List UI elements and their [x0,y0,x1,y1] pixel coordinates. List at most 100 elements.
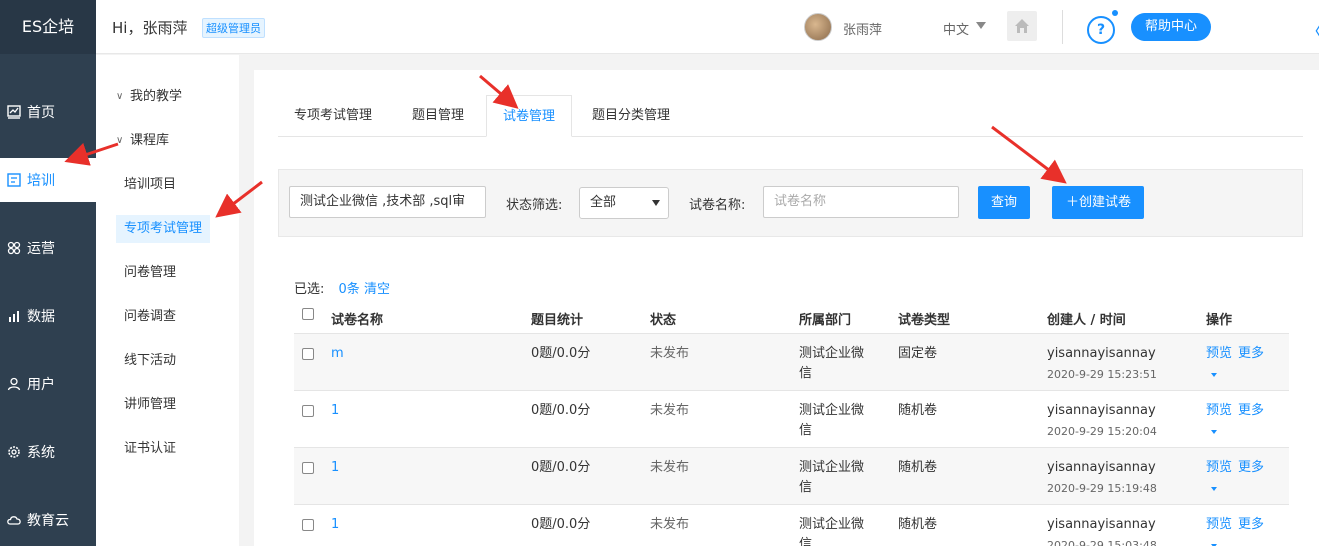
nav-label: 首页 [27,105,55,121]
nav-item-edu-cloud[interactable]: 教育云 [0,498,96,542]
training-icon [6,172,22,188]
more-link[interactable]: 更多 [1238,344,1264,364]
sub-sidebar: ∨ 我的教学 ∨ 课程库 培训项目 专项考试管理 问卷管理 问卷调查 线下活动 … [96,55,239,546]
language-select[interactable]: 中文 [943,19,969,38]
subnav-item-survey[interactable]: 问卷调查 [116,303,184,331]
tab-question-category[interactable]: 题目分类管理 [576,95,686,137]
help-decor-dot [1112,10,1118,16]
home-button[interactable] [1007,11,1037,41]
department-input[interactable]: 测试企业微信 ,技术部 ,sql审 [289,186,486,218]
more-link[interactable]: 更多 [1238,458,1264,478]
paper-dept-line1: 测试企业微 [799,346,865,361]
help-center-button[interactable]: 帮助中心 [1131,13,1212,41]
nav-label: 培训 [27,173,55,189]
tab-question-management[interactable]: 题目管理 [396,95,480,137]
caret-down-icon[interactable] [1211,430,1217,434]
paper-status: 未发布 [650,403,690,418]
paper-stats: 0题/0.0分 [531,517,591,532]
subnav-item-exam-management[interactable]: 专项考试管理 [116,215,211,243]
collapse-icon[interactable]: 〈 [1305,18,1319,44]
paper-created-time: 2020-9-29 15:03:48 [1047,539,1157,546]
help-question-icon[interactable]: ? [1087,16,1115,44]
row-checkbox[interactable] [302,462,314,474]
col-header-stats: 题目统计 [531,313,584,328]
clear-selection-link[interactable]: 清空 [364,282,390,297]
table-row: 1 0题/0.0分 未发布 测试企业微 信 随机卷 yisannayisanna… [294,448,1289,505]
col-header-type: 试卷类型 [898,313,951,328]
paper-created-time: 2020-9-29 15:23:51 [1047,368,1157,381]
subnav-item-offline-activity[interactable]: 线下活动 [116,347,184,375]
main-sidebar: ES企培 首页 培训 运营 数据 用户 系统 教育云 [0,0,96,546]
user-icon [6,376,22,392]
nav-label: 运营 [27,241,55,257]
paper-dept-line2: 信 [799,366,813,381]
paper-creator: yisannayisannay [1047,460,1156,475]
nav-item-system[interactable]: 系统 [0,430,96,474]
preview-link[interactable]: 预览 [1206,401,1232,421]
subnav-group-course-library[interactable]: ∨ 课程库 [116,127,177,155]
main-content: 专项考试管理 题目管理 试卷管理 题目分类管理 测试企业微信 ,技术部 ,sql… [254,70,1319,546]
avatar[interactable] [804,13,832,41]
paper-name-link[interactable]: 1 [331,458,339,478]
paper-stats: 0题/0.0分 [531,403,591,418]
more-link[interactable]: 更多 [1238,401,1264,421]
subnav-item-certificate[interactable]: 证书认证 [116,435,184,463]
paper-name-input[interactable]: 试卷名称 [763,186,959,218]
subnav-item-training-projects[interactable]: 培训项目 [116,171,184,199]
paper-creator: yisannayisannay [1047,517,1156,532]
tab-exam-management[interactable]: 专项考试管理 [278,95,388,137]
paper-status: 未发布 [650,460,690,475]
settings-icon [6,444,22,460]
preview-link[interactable]: 预览 [1206,458,1232,478]
select-all-checkbox[interactable] [302,308,314,320]
paper-status: 未发布 [650,517,690,532]
status-select-value: 全部 [590,195,617,210]
paper-dept-line2: 信 [799,423,813,438]
subnav-label: 我的教学 [130,89,183,104]
more-link[interactable]: 更多 [1238,515,1264,535]
nav-item-home[interactable]: 首页 [0,90,96,134]
caret-down-icon[interactable] [1211,373,1217,377]
table-header: 试卷名称 题目统计 状态 所属部门 试卷类型 创建人 / 时间 操作 [294,300,1289,334]
col-header-creator: 创建人 / 时间 [1047,313,1126,328]
paper-type: 随机卷 [898,460,938,475]
table-row: m 0题/0.0分 未发布 测试企业微 信 固定卷 yisannayisanna… [294,334,1289,391]
nav-label: 用户 [27,377,55,393]
nav-item-data[interactable]: 数据 [0,294,96,338]
top-header: Hi，张雨萍 超级管理员 张雨萍 中文 ? 帮助中心 〈 [96,0,1319,54]
selection-count: 0条 [338,282,360,297]
col-header-name: 试卷名称 [331,313,384,328]
preview-link[interactable]: 预览 [1206,344,1232,364]
preview-link[interactable]: 预览 [1206,515,1232,535]
nav-item-training[interactable]: 培训 [0,158,96,202]
create-paper-button[interactable]: ＋创建试卷 [1052,186,1145,219]
paper-name-link[interactable]: 1 [331,515,339,535]
header-divider [1062,10,1063,44]
nav-item-users[interactable]: 用户 [0,362,96,406]
query-button[interactable]: 查询 [978,186,1031,219]
row-checkbox[interactable] [302,348,314,360]
row-checkbox[interactable] [302,519,314,531]
caret-down-icon[interactable] [976,22,986,29]
subnav-item-lecturer-management[interactable]: 讲师管理 [116,391,184,419]
paper-created-time: 2020-9-29 15:20:04 [1047,425,1157,438]
operations-icon [6,240,22,256]
tab-paper-management[interactable]: 试卷管理 [486,95,573,137]
table-row: 1 0题/0.0分 未发布 测试企业微 信 随机卷 yisannayisanna… [294,391,1289,448]
paper-name-link[interactable]: 1 [331,401,339,421]
paper-created-time: 2020-9-29 15:19:48 [1047,482,1157,495]
row-checkbox[interactable] [302,405,314,417]
subnav-item-survey-management[interactable]: 问卷管理 [116,259,184,287]
paper-name-link[interactable]: m [331,344,344,364]
nav-label: 数据 [27,309,55,325]
subnav-group-my-teaching[interactable]: ∨ 我的教学 [116,83,190,111]
caret-down-icon[interactable] [1211,487,1217,491]
nav-item-operations[interactable]: 运营 [0,226,96,270]
brand-logo[interactable]: ES企培 [0,0,96,54]
col-header-dept: 所属部门 [799,313,852,328]
home-icon [1015,19,1029,33]
status-select[interactable]: 全部 [579,187,669,219]
dashboard-icon [6,104,22,120]
caret-down-icon [652,200,660,206]
username[interactable]: 张雨萍 [843,19,882,38]
